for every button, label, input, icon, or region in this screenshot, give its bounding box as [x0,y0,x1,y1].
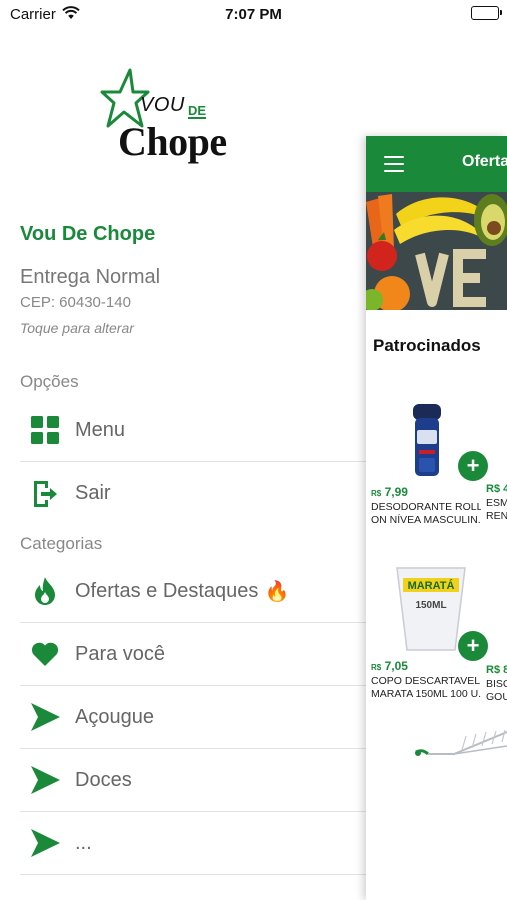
product-name-partial: ESM [486,497,507,509]
side-drawer: VOU DE Chope Vou De Chope Entrega Normal… [0,30,366,900]
category-item-acougue[interactable]: Açougue [20,686,366,749]
category-item-para-voce[interactable]: Para você [20,623,366,686]
product-price-partial: R$ 8 [486,664,507,676]
price-value: 7,99 [384,485,408,499]
sponsored-section-title: Patrocinados [373,336,481,355]
options-section-title: Opções [20,372,79,391]
battery-icon [471,6,502,20]
tap-to-change-hint[interactable]: Toque para alterar [20,320,134,336]
drawer-item-sair[interactable]: Sair [20,462,366,525]
arrow-right-icon [28,700,62,734]
add-to-cart-button[interactable]: + [458,631,488,661]
delivery-mode[interactable]: Entrega Normal [20,266,160,289]
categories-section-title: Categorias [20,534,103,553]
product-name-line1: DESODORANTE ROLL [371,501,481,513]
shopping-cart-icon [415,729,507,756]
product-name-partial: GOU [486,691,507,703]
store-name: Vou De Chope [20,223,156,245]
arrow-right-icon [28,877,62,900]
product-name-line1: COPO DESCARTAVEL [371,675,481,687]
flame-icon [28,574,62,608]
logout-icon [28,477,62,511]
grid-icon [28,413,62,447]
product-price-partial: R$ 4 [486,483,507,495]
category-label: Doces [75,768,132,791]
drawer-item-label: Menu [75,418,126,441]
arrow-right-icon [28,763,62,797]
price-value: 7,05 [384,659,408,673]
drawer-item-menu[interactable]: Menu [20,399,366,462]
product-name-line2: ON NÍVEA MASCULIN... [371,514,481,526]
promo-banner[interactable] [366,192,507,310]
vegetables-banner-image [366,192,507,310]
category-label: ... [75,831,92,854]
category-item-ofertas[interactable]: Ofertas e Destaques 🔥 [20,560,366,623]
category-label: Açougue [75,705,154,728]
logo-text-chope: Chope [118,119,227,164]
add-to-cart-button[interactable]: + [458,451,488,481]
logo-text-vou: VOU [140,94,185,116]
currency-label: R$ [371,489,382,498]
cup-size-text: 150ML [415,600,446,611]
drawer-item-label: Sair [75,482,111,504]
product-price: R$ 7,05 [371,659,481,673]
product-name-line2: MARATA 150ML 100 U... [371,688,481,700]
product-name-partial: REN [486,510,507,522]
header-title: Ofertas [462,153,507,170]
brand-logo: VOU DE Chope [100,68,260,173]
status-bar: Carrier 7:07 PM [0,0,507,30]
currency-label: R$ [371,663,382,672]
logo-text-de: DE [188,103,207,119]
app-header: Ofertas [366,136,507,192]
fire-emoji: 🔥 [264,580,290,603]
main-screen-peek[interactable]: Ofertas Patrocinados [366,136,507,900]
cup-brand-text: MARATÁ [408,579,455,592]
clock: 7:07 PM [225,6,282,23]
category-item-more[interactable]: ... [20,812,366,875]
heart-icon [28,637,62,671]
category-label: Para você [75,642,166,665]
product-price: R$ 7,99 [371,485,481,499]
category-item-partial[interactable] [20,875,366,900]
arrow-right-icon [28,826,62,860]
hamburger-menu-icon[interactable] [384,156,404,172]
product-name-partial: BISC [486,678,507,690]
category-label: Ofertas e Destaques [75,579,259,602]
category-item-doces[interactable]: Doces [20,749,366,812]
cep-label[interactable]: CEP: 60430-140 [20,294,131,311]
